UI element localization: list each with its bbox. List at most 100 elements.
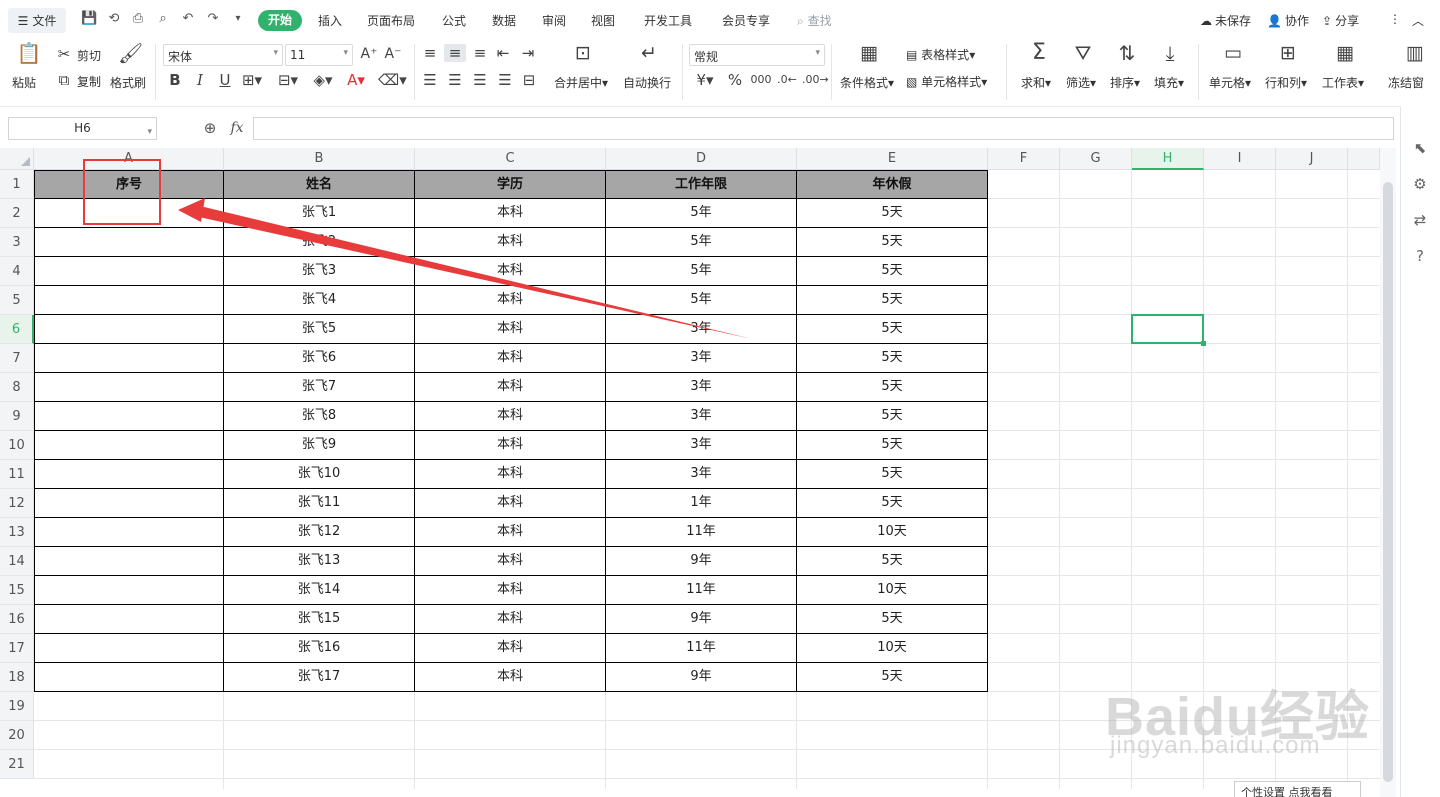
column-header[interactable]: D	[606, 148, 797, 170]
zoom-icon[interactable]: ⊕	[201, 119, 219, 137]
print-preview-icon[interactable]: ⌕	[155, 11, 171, 27]
clear-format-icon[interactable]: ⌫▾	[378, 71, 407, 89]
transform-icon[interactable]: ⇄	[1410, 210, 1430, 230]
freeze-button[interactable]: 冻结窗	[1388, 74, 1424, 91]
customize-toolbar-icon[interactable]: ▾	[230, 11, 246, 27]
table-cell[interactable]	[34, 431, 224, 460]
table-cell[interactable]: 11年	[606, 518, 797, 547]
align-middle-icon[interactable]: ≡	[444, 44, 466, 62]
worksheet-icon[interactable]: ▦	[1332, 44, 1358, 63]
column-header[interactable]: E	[797, 148, 988, 170]
table-cell[interactable]: 张飞5	[224, 315, 415, 344]
tab-home[interactable]: 开始	[258, 10, 303, 31]
share-button[interactable]: ⇪ 分享	[1322, 12, 1359, 29]
scrollbar-thumb[interactable]	[1383, 182, 1393, 782]
table-cell[interactable]: 3年	[606, 402, 797, 431]
underline-icon[interactable]: U	[216, 71, 234, 89]
table-cell[interactable]: 10天	[797, 576, 988, 605]
cell-button[interactable]: 单元格▾	[1209, 74, 1251, 91]
conditional-format-button[interactable]: 条件格式▾	[840, 74, 894, 91]
table-cell[interactable]: 本科	[415, 576, 606, 605]
table-cell[interactable]: 张飞2	[224, 228, 415, 257]
table-cell[interactable]	[34, 228, 224, 257]
table-cell[interactable]: 5天	[797, 315, 988, 344]
column-header[interactable]: J	[1276, 148, 1348, 170]
sum-icon[interactable]: Σ	[1026, 42, 1052, 64]
table-cell[interactable]: 3年	[606, 315, 797, 344]
table-cell[interactable]	[34, 286, 224, 315]
currency-icon[interactable]: ¥▾	[694, 71, 716, 89]
table-cell[interactable]: 张飞8	[224, 402, 415, 431]
row-header[interactable]: 6	[0, 315, 34, 344]
table-cell[interactable]: 5天	[797, 431, 988, 460]
table-cell[interactable]: 本科	[415, 286, 606, 315]
paste-button[interactable]: 粘贴	[12, 74, 36, 91]
table-cell[interactable]: 张飞6	[224, 344, 415, 373]
table-cell[interactable]: 5年	[606, 286, 797, 315]
table-cell[interactable]	[34, 257, 224, 286]
paste-icon[interactable]: 📋	[16, 43, 42, 68]
table-header-cell[interactable]: 年休假	[797, 170, 988, 199]
row-header[interactable]: 8	[0, 373, 34, 402]
table-cell[interactable]: 本科	[415, 315, 606, 344]
undo-history-icon[interactable]: ⟲	[106, 11, 122, 27]
italic-icon[interactable]: I	[191, 71, 209, 89]
distribute-icon[interactable]: ⊟	[520, 71, 538, 89]
table-cell[interactable]: 5天	[797, 344, 988, 373]
table-cell[interactable]: 9年	[606, 605, 797, 634]
row-header[interactable]: 12	[0, 489, 34, 518]
table-cell[interactable]: 5天	[797, 228, 988, 257]
align-right-icon[interactable]: ☰	[471, 71, 489, 89]
table-style-button[interactable]: ▤ 表格样式▾	[906, 46, 975, 63]
table-cell[interactable]	[34, 663, 224, 692]
selected-cell-outline[interactable]	[1131, 314, 1204, 344]
decrease-font-icon[interactable]: A⁻	[384, 45, 402, 63]
table-cell[interactable]: 张飞4	[224, 286, 415, 315]
table-cell[interactable]: 9年	[606, 547, 797, 576]
table-cell[interactable]: 3年	[606, 460, 797, 489]
border-icon[interactable]: ⊞▾	[240, 71, 264, 89]
row-header[interactable]: 18	[0, 663, 34, 692]
table-cell[interactable]: 5天	[797, 460, 988, 489]
table-cell[interactable]: 5年	[606, 228, 797, 257]
row-header[interactable]: 15	[0, 576, 34, 605]
border-style-icon[interactable]: ⊟▾	[275, 71, 301, 89]
table-cell[interactable]: 3年	[606, 344, 797, 373]
cut-button[interactable]: 剪切	[77, 47, 101, 64]
table-cell[interactable]: 本科	[415, 460, 606, 489]
row-col-icon[interactable]: ⊞	[1275, 44, 1301, 63]
table-cell[interactable]: 张飞15	[224, 605, 415, 634]
name-box[interactable]: H6 ▾	[8, 117, 157, 140]
select-all-corner[interactable]	[0, 148, 34, 170]
table-cell[interactable]: 本科	[415, 663, 606, 692]
row-header[interactable]: 4	[0, 257, 34, 286]
indent-decrease-icon[interactable]: ⇤	[494, 44, 512, 62]
font-size-select[interactable]: 11 ▾	[285, 44, 353, 66]
table-cell[interactable]: 本科	[415, 547, 606, 576]
table-cell[interactable]: 张飞13	[224, 547, 415, 576]
row-header[interactable]: 13	[0, 518, 34, 547]
table-cell[interactable]	[34, 576, 224, 605]
table-cell[interactable]: 本科	[415, 344, 606, 373]
table-cell[interactable]: 张飞1	[224, 199, 415, 228]
row-header[interactable]: 21	[0, 750, 34, 779]
undo-icon[interactable]: ↶	[180, 11, 196, 27]
table-cell[interactable]: 1年	[606, 489, 797, 518]
table-cell[interactable]	[34, 547, 224, 576]
font-name-select[interactable]: 宋体 ▾	[163, 44, 283, 66]
file-menu-button[interactable]: ☰ 文件	[8, 8, 66, 33]
sort-button[interactable]: 排序▾	[1110, 74, 1140, 91]
table-cell[interactable]: 张飞3	[224, 257, 415, 286]
table-cell[interactable]: 9年	[606, 663, 797, 692]
table-cell[interactable]: 本科	[415, 489, 606, 518]
column-header[interactable]: H	[1132, 148, 1204, 170]
table-cell[interactable]: 11年	[606, 634, 797, 663]
table-cell[interactable]	[34, 518, 224, 547]
column-header[interactable]: I	[1204, 148, 1276, 170]
filter-button[interactable]: 筛选▾	[1066, 74, 1096, 91]
tab-page-layout[interactable]: 页面布局	[367, 12, 415, 30]
table-cell[interactable]: 本科	[415, 518, 606, 547]
sort-icon[interactable]: ⇅	[1114, 43, 1140, 63]
collaborate-button[interactable]: 👤 协作	[1267, 12, 1309, 29]
table-cell[interactable]: 5天	[797, 286, 988, 315]
